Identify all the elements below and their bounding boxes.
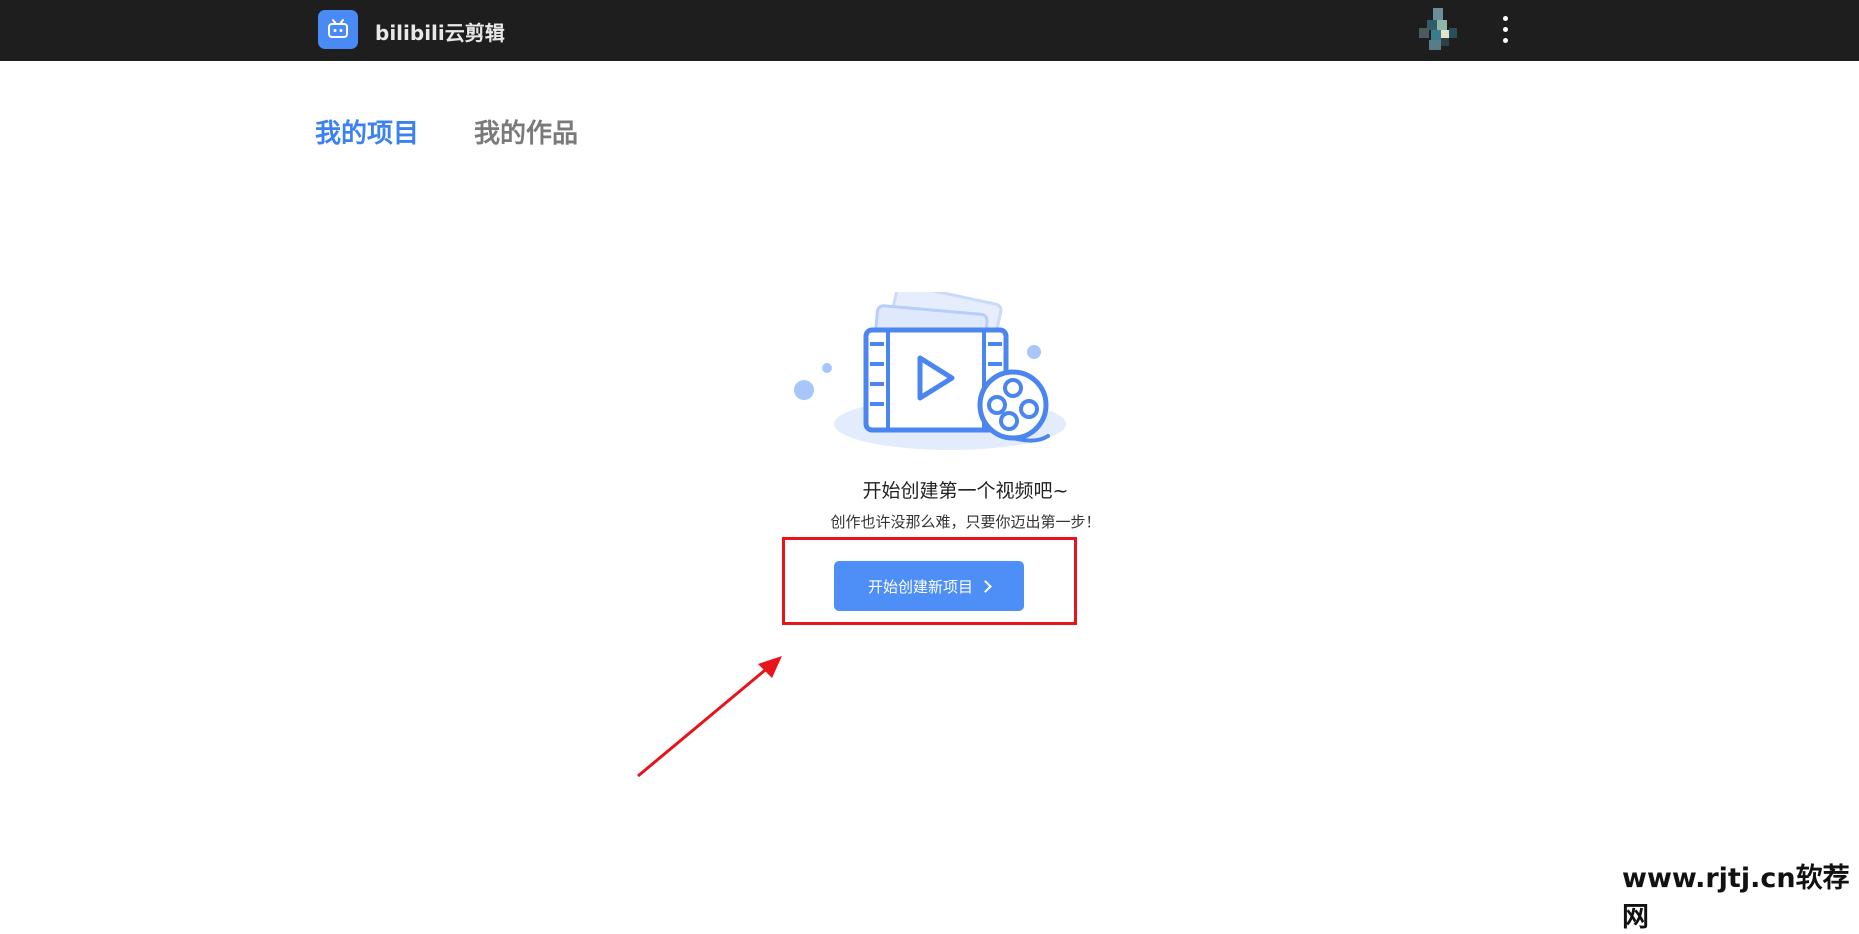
more-vertical-icon[interactable] bbox=[1496, 12, 1516, 48]
watermark-text: www.rjtj.cn软荐网 bbox=[1622, 863, 1850, 933]
tab-my-projects[interactable]: 我的项目 bbox=[315, 113, 419, 150]
empty-state-subtitle: 创作也许没那么难，只要你迈出第一步！ bbox=[830, 513, 1101, 531]
tab-my-works[interactable]: 我的作品 bbox=[474, 113, 578, 150]
bilibili-logo-icon[interactable] bbox=[318, 10, 358, 49]
app-title: bilibili云剪辑 bbox=[375, 21, 505, 45]
video-reel-icon bbox=[786, 283, 1068, 464]
top-bar: bilibili云剪辑 bbox=[0, 0, 1859, 61]
empty-state-title: 开始创建第一个视频吧~ bbox=[862, 480, 1069, 502]
annotation-highlight-box bbox=[782, 537, 1077, 625]
annotation-arrow-icon bbox=[637, 656, 782, 778]
user-avatar[interactable] bbox=[1419, 8, 1461, 50]
